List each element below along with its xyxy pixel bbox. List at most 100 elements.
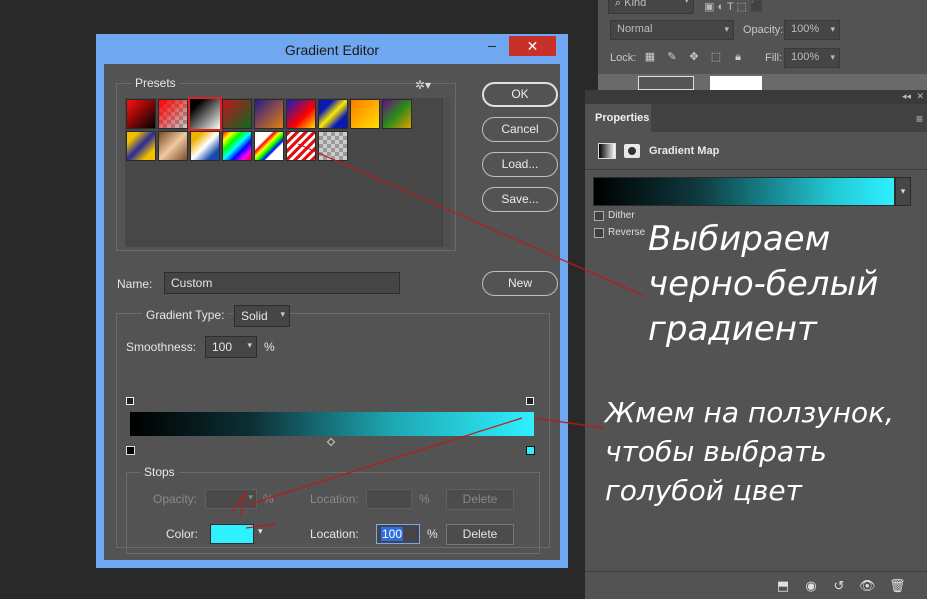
chevron-down-icon: ▾ [684,0,689,5]
color-location-value: 100 [381,527,404,541]
color-stop-right[interactable] [526,446,535,455]
load-button[interactable]: Load... [482,152,558,177]
minimize-button[interactable]: – [480,38,504,56]
preset-blue-yellow-blue[interactable] [318,99,348,129]
annotation-line-6: голубой цвет [605,474,802,507]
panel-header-strip: ◂◂ ✕ [585,90,927,104]
close-icon[interactable]: ✕ [916,91,924,102]
preset-foreground-to-background[interactable] [126,99,156,129]
trash-icon[interactable]: 🗑︎ [889,578,906,594]
layer-opacity-value: 100% [791,23,820,35]
preset-transparent-stripes[interactable] [286,131,316,161]
opacity-location-label: Location: [310,492,359,506]
opacity-label: Opacity: [743,24,784,36]
preset-black-white[interactable] [188,97,222,131]
adjustment-layer-thumbnail [638,76,694,90]
close-icon: ✕ [526,38,539,54]
opacity-stop-left[interactable] [126,397,134,405]
preset-copper[interactable] [158,131,188,161]
tab-properties[interactable]: Properties [585,104,651,132]
adjustment-title: Gradient Map [649,145,720,157]
dither-checkbox[interactable] [594,211,604,221]
preset-transparent-rainbow[interactable] [254,131,284,161]
annotation-line-3: градиент [648,309,817,349]
stop-color-swatch[interactable] [210,524,254,544]
gradient-name-input[interactable]: Custom [164,272,400,294]
close-button[interactable]: ✕ [509,36,556,56]
visibility-eye-icon[interactable]: 👁︎ [859,578,876,594]
preset-chrome[interactable] [190,131,220,161]
preset-blue-red-yellow[interactable] [286,99,316,129]
delete-opacity-stop-button: Delete [446,489,514,510]
gradient-picker-dropdown[interactable]: ▾ [895,177,911,206]
gradient-editor-dialog: Gradient Editor – ✕ Presets ✲▾ OK Cancel… [96,34,568,568]
dialog-client: Presets ✲▾ OK Cancel Load... Save... Nam… [104,64,560,560]
dialog-titlebar[interactable]: Gradient Editor – ✕ [96,34,568,63]
clip-to-layer-icon[interactable]: ⬒ [775,578,791,594]
layers-panel: ⌕ Kind ▾ ▣ ◐ T ⬚ ⬛ Normal ▾ Opacity: 100… [597,0,927,90]
properties-tabbar: Properties ≡ [585,104,927,132]
annotation-click-slider: Жмем на ползунок, чтобы выбрать голубой … [605,393,894,510]
preset-transparent[interactable] [318,131,348,161]
color-stop-left[interactable] [126,446,135,455]
stop-color-label: Color: [166,527,199,541]
chevron-down-icon: ▾ [830,52,835,62]
layer-opacity-field[interactable]: 100% ▾ [784,20,840,40]
gradient-preview-bar[interactable] [130,412,534,436]
kind-label: Kind [624,0,647,9]
cancel-button[interactable]: Cancel [482,117,558,142]
preset-red-green[interactable] [222,99,252,129]
reset-icon[interactable]: ↺ [831,578,847,594]
chevron-down-icon: ▾ [280,309,285,319]
gear-icon[interactable]: ✲▾ [415,78,431,92]
preset-spectrum[interactable] [222,131,252,161]
chevron-down-icon[interactable]: ▾ [258,526,263,537]
lock-transparent-icon[interactable]: ▦ [644,51,656,63]
color-location-percent: % [427,527,438,541]
chevron-down-icon: ▾ [247,340,252,350]
view-previous-state-icon[interactable]: ◉ [803,578,819,594]
lock-all-icon[interactable]: 🔒︎ [732,51,744,63]
presets-scrollbar[interactable] [442,98,451,247]
layer-filter-kind[interactable]: ⌕ Kind ▾ [608,0,694,14]
stop-opacity-label: Opacity: [153,492,198,506]
gradient-map-icon[interactable] [598,143,616,159]
stops-label: Stops [140,465,179,479]
divider [585,169,927,170]
artboard-icon[interactable]: ⬚ [710,51,722,63]
smoothness-value: 100 [212,340,233,354]
layer-mask-thumbnail [710,76,762,90]
new-button[interactable]: New [482,271,558,296]
search-icon: ⌕ [615,0,622,9]
collapse-icon[interactable]: ◂◂ [902,91,911,102]
gradient-type-select[interactable]: Solid ▾ [234,305,290,327]
reverse-checkbox[interactable] [594,228,604,238]
smoothness-field[interactable]: 100 ▾ [205,336,257,358]
save-button[interactable]: Save... [482,187,558,212]
annotation-line-5: чтобы выбрать [605,435,827,468]
lock-position-icon[interactable]: ✥ [688,51,700,63]
gradient-map-preview[interactable] [593,177,895,206]
annotation-line-1: Выбираем [648,219,831,259]
mask-icon[interactable] [624,144,640,158]
preset-orange-yellow-orange[interactable] [350,99,380,129]
opacity-stop-right[interactable] [526,397,534,405]
filter-icons[interactable]: ▣ ◐ T ⬚ ⬛ [704,0,764,13]
color-location-input[interactable]: 100 [376,524,420,544]
preset-foreground-to-transparent[interactable] [158,99,188,129]
panel-menu-icon[interactable]: ≡ [916,112,923,126]
delete-color-stop-button[interactable]: Delete [446,524,514,545]
preset-violet-orange[interactable] [254,99,284,129]
lock-paint-icon[interactable]: ✎ [666,51,678,63]
stop-opacity-field: ▾ [205,489,257,509]
gradient-type-value: Solid [241,309,268,323]
preset-yellow-violet-orange-blue[interactable] [126,131,156,161]
ok-button[interactable]: OK [482,82,558,107]
blend-mode-value: Normal [617,23,653,35]
blend-mode-select[interactable]: Normal ▾ [610,20,734,40]
layer-fill-field[interactable]: 100% ▾ [784,48,840,68]
opacity-location-field [366,489,412,509]
chevron-down-icon: ▾ [248,492,253,502]
layer-row[interactable] [598,74,927,90]
preset-violet-green-orange[interactable] [382,99,412,129]
